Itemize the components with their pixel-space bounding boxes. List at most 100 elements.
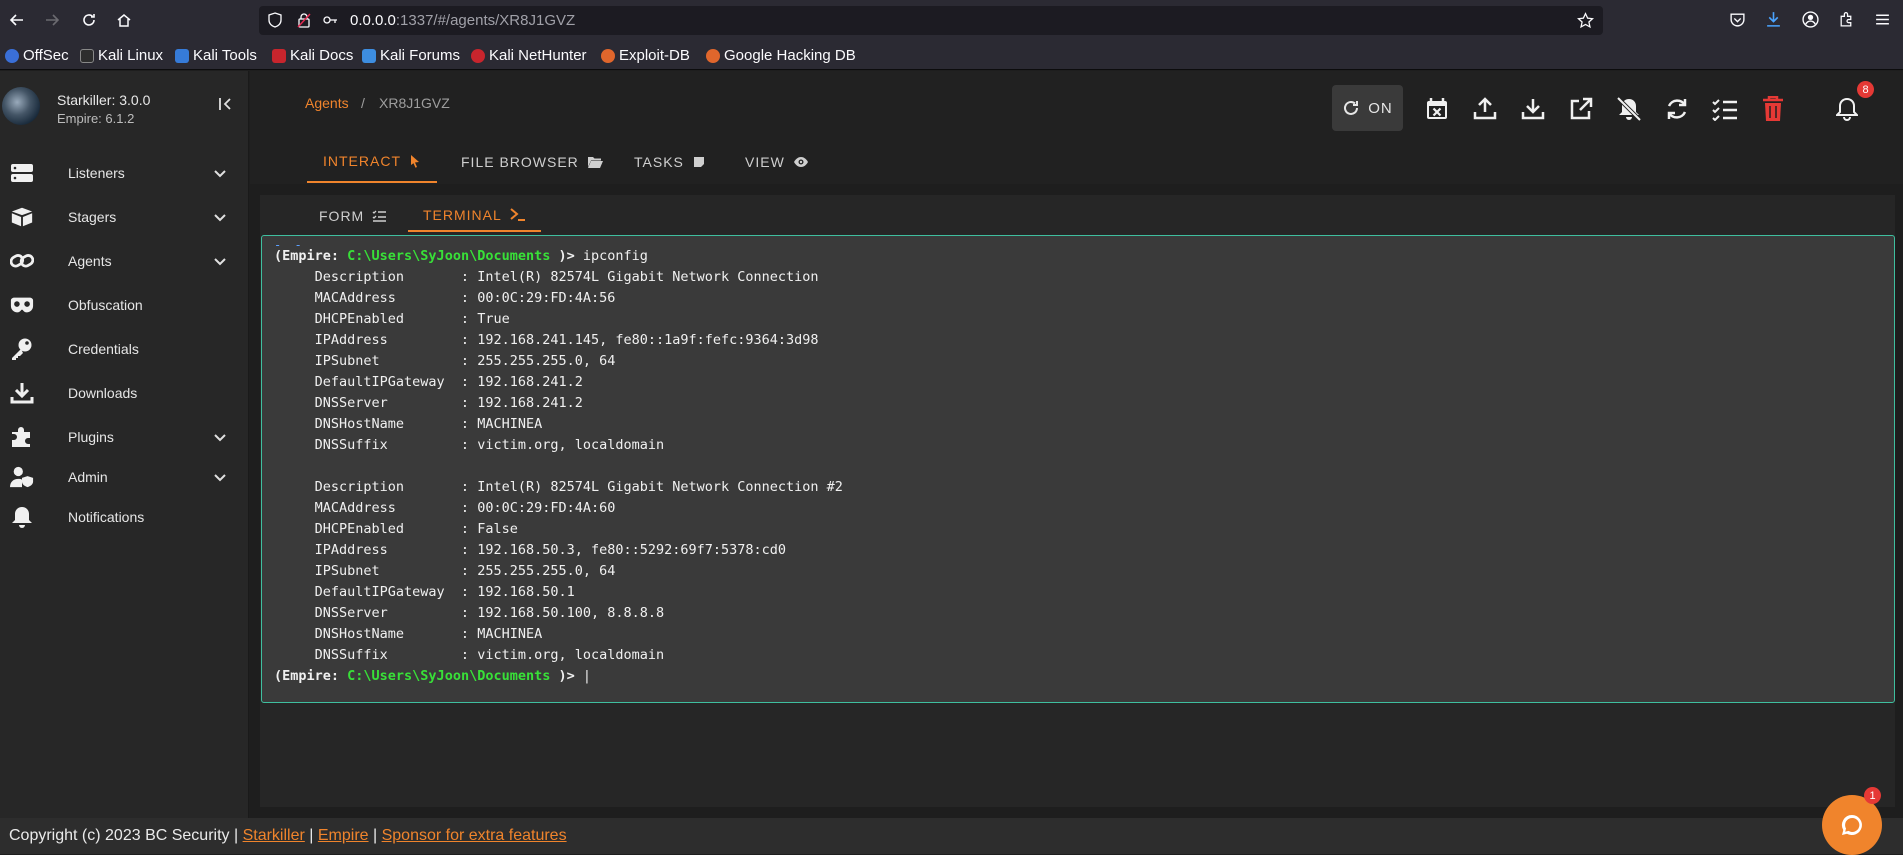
sidebar-item-notifications[interactable]: Notifications — [0, 499, 249, 535]
terminal-output-line: Description : Intel(R) 82574L Gigabit Ne… — [274, 479, 843, 495]
footer-link-sponsor[interactable]: Sponsor for extra features — [382, 827, 567, 845]
eye-icon — [793, 157, 808, 167]
trash-icon — [1763, 96, 1783, 121]
refresh-toggle-button[interactable]: ON — [1332, 85, 1403, 131]
sidebar-item-credentials[interactable]: Credentials — [0, 331, 249, 367]
mask-icon — [10, 293, 34, 317]
terminal-output-line: DHCPEnabled : True — [274, 311, 510, 327]
bookmark-google-hacking-db[interactable]: Google Hacking DB — [706, 47, 856, 64]
menu-icon[interactable] — [1874, 11, 1891, 28]
nethunter-icon — [471, 48, 485, 63]
open-in-new-button[interactable] — [1568, 96, 1594, 122]
breadcrumb-current: XR8J1GVZ — [379, 95, 450, 111]
upload-button[interactable] — [1472, 96, 1498, 122]
chat-unread-badge: 1 — [1864, 787, 1881, 804]
bookmark-exploit-db[interactable]: Exploit-DB — [601, 47, 690, 64]
brand: Starkiller: 3.0.0 Empire: 6.1.2 — [0, 71, 249, 142]
terminal-output-line: IPSubnet : 255.255.255.0, 64 — [274, 563, 616, 579]
sidebar-item-agents[interactable]: Agents — [0, 243, 249, 279]
terminal-output-line: DNSHostName : MACHINEA — [274, 416, 543, 432]
subtab-terminal[interactable]: TERMINAL — [408, 200, 541, 232]
upload-icon — [1473, 97, 1497, 120]
back-icon[interactable] — [4, 7, 30, 33]
chevron-down-icon — [212, 165, 228, 181]
sidebar-item-admin[interactable]: Admin — [0, 459, 249, 495]
notifications-button[interactable] — [1834, 96, 1860, 122]
url-bar[interactable]: 0.0.0.0:1337/#/agents/XR8J1GVZ — [259, 6, 1603, 35]
mute-notifications-button[interactable] — [1616, 96, 1642, 122]
terminal-output-line: DHCPEnabled : False — [274, 521, 518, 537]
bell-off-icon — [1616, 96, 1642, 122]
terminal-output-line: IPSubnet : 255.255.255.0, 64 — [274, 353, 616, 369]
terminal-output-line: DefaultIPGateway : 192.168.241.2 — [274, 374, 583, 390]
terminal-output-line: IPAddress : 192.168.241.145, fe80::1a9f:… — [274, 332, 819, 348]
kali-forums-icon — [362, 48, 376, 63]
pocket-icon[interactable] — [1729, 11, 1746, 28]
terminal-output-line: DNSHostName : MACHINEA — [274, 626, 543, 642]
url-text[interactable]: 0.0.0.0:1337/#/agents/XR8J1GVZ — [350, 12, 575, 29]
server-icon — [10, 161, 34, 185]
calendar-remove-icon — [1427, 98, 1447, 119]
terminal-cursor: | — [582, 668, 592, 684]
delete-agent-button[interactable] — [1760, 96, 1786, 122]
insecure-lock-icon[interactable] — [296, 12, 312, 28]
permissions-key-icon[interactable] — [322, 12, 338, 28]
forward-icon[interactable] — [39, 7, 65, 33]
collapse-sidebar-icon[interactable] — [217, 96, 233, 117]
sidebar-item-plugins[interactable]: Plugins — [0, 419, 249, 455]
kill-date-button[interactable] — [1424, 96, 1450, 122]
terminal-output-line: DefaultIPGateway : 192.168.50.1 — [274, 584, 575, 600]
bookmark-star-icon[interactable] — [1577, 12, 1594, 29]
terminal-output-line: DNSServer : 192.168.241.2 — [274, 395, 583, 411]
sidebar-item-stagers[interactable]: Stagers — [0, 199, 249, 235]
notification-count-badge: 8 — [1857, 81, 1874, 98]
bookmark-kali-nethunter[interactable]: Kali NetHunter — [471, 47, 587, 64]
tab-tasks[interactable]: TASKS — [618, 141, 722, 183]
download-button[interactable] — [1520, 96, 1546, 122]
terminal-output[interactable]: - - (Empire: C:\Users\SyJoon\Documents )… — [261, 235, 1895, 703]
sidebar-item-listeners[interactable]: Listeners — [0, 155, 249, 191]
sidebar-item-downloads[interactable]: Downloads — [0, 375, 249, 411]
sidebar-item-obfuscation[interactable]: Obfuscation — [0, 287, 249, 323]
download-icon — [1521, 99, 1545, 120]
kali-dragon-icon — [80, 48, 94, 63]
tab-file-browser[interactable]: FILE BROWSER — [445, 141, 619, 183]
bookmark-kali-forums[interactable]: Kali Forums — [362, 47, 460, 64]
reload-button[interactable] — [1664, 96, 1690, 122]
download-icon — [10, 381, 34, 405]
link-icon — [10, 249, 34, 273]
starkiller-logo — [2, 87, 40, 125]
shield-icon[interactable] — [267, 12, 283, 28]
bookmark-kali-docs[interactable]: Kali Docs — [272, 47, 353, 64]
bell-icon — [1836, 97, 1858, 121]
cursor-icon — [411, 155, 419, 168]
chevron-down-icon — [212, 209, 228, 225]
form-list-icon — [372, 210, 387, 222]
subtab-form[interactable]: FORM — [304, 200, 401, 232]
chat-button[interactable] — [1822, 795, 1882, 855]
tasks-list-button[interactable] — [1712, 96, 1738, 122]
chevron-down-icon — [212, 253, 228, 269]
footer-link-empire[interactable]: Empire — [318, 827, 369, 845]
terminal-output-line: MACAddress : 00:0C:29:FD:4A:60 — [274, 500, 616, 516]
exploit-db-icon — [601, 48, 615, 63]
bookmark-kali-tools[interactable]: Kali Tools — [175, 47, 257, 64]
breadcrumb-separator: / — [361, 95, 365, 111]
account-icon[interactable] — [1802, 11, 1819, 28]
bookmark-kali-linux[interactable]: Kali Linux — [80, 47, 163, 64]
extensions-icon[interactable] — [1838, 11, 1855, 28]
console-icon — [510, 208, 525, 221]
home-icon[interactable] — [111, 7, 137, 33]
terminal-prompt-line: (Empire: C:\Users\SyJoon\Documents )> ip… — [274, 248, 648, 264]
kali-tools-icon — [175, 48, 189, 63]
admin-icon — [10, 465, 34, 489]
reload-icon[interactable] — [76, 7, 102, 33]
terminal-input-line[interactable]: (Empire: C:\Users\SyJoon\Documents )> | — [274, 666, 591, 687]
puzzle-icon — [10, 425, 34, 449]
breadcrumb-agents[interactable]: Agents — [305, 95, 349, 111]
bookmark-offsec[interactable]: OffSec — [5, 47, 69, 64]
tab-view[interactable]: VIEW — [729, 141, 825, 183]
tab-interact[interactable]: INTERACT — [307, 141, 437, 183]
downloads-icon[interactable] — [1765, 11, 1782, 28]
footer-link-starkiller[interactable]: Starkiller — [243, 827, 305, 845]
